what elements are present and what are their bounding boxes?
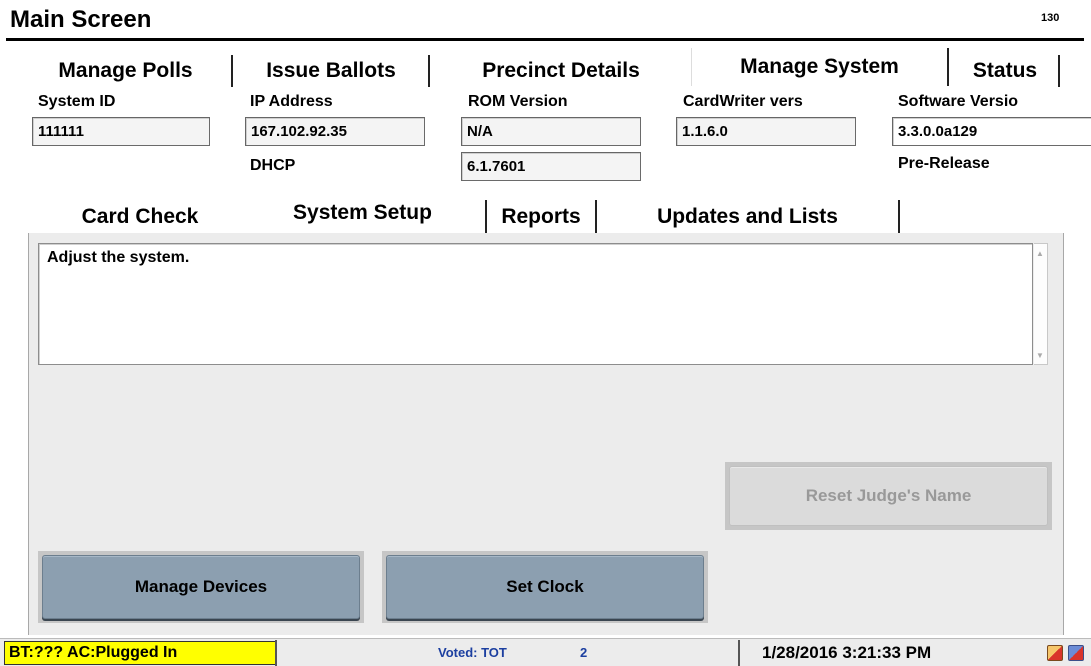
reset-judge-name-button[interactable]: Reset Judge's Name <box>729 466 1048 526</box>
subtab-system-setup[interactable]: System Setup <box>240 193 485 233</box>
software-version-field: 3.3.0.0a129 <box>892 117 1091 146</box>
page-title: Main Screen <box>10 6 152 33</box>
tab-precinct-details[interactable]: Precinct Details <box>431 55 691 87</box>
voted-label: Voted: TOT <box>438 645 507 660</box>
tab-manage-system[interactable]: Manage System <box>691 48 949 86</box>
cardwriter-label: CardWriter vers <box>683 93 803 110</box>
status-datetime: 1/28/2016 3:21:33 PM <box>762 643 932 662</box>
subtab-reports[interactable]: Reports <box>485 200 597 233</box>
rom-build-field: 6.1.7601 <box>461 152 641 181</box>
tray-network-icon[interactable] <box>1047 645 1063 661</box>
voted-count: 2 <box>580 645 588 660</box>
manage-devices-button-frame: Manage Devices <box>38 551 364 623</box>
reset-judge-button-frame: Reset Judge's Name <box>725 462 1052 530</box>
ip-address-field: 167.102.92.35 <box>245 117 425 146</box>
subtab-card-check[interactable]: Card Check <box>40 200 240 233</box>
battery-status: BT:??? AC:Plugged In <box>4 641 277 665</box>
status-divider <box>275 640 277 666</box>
tray-alert-icon[interactable] <box>1068 645 1084 661</box>
rom-version-label: ROM Version <box>468 93 568 110</box>
description-textarea[interactable]: Adjust the system. <box>38 243 1033 365</box>
title-divider <box>6 38 1084 41</box>
system-id-field: 111111 <box>32 117 210 146</box>
dhcp-label: DHCP <box>250 157 296 174</box>
software-version-label: Software Versio <box>898 93 1019 110</box>
rom-version-field: N/A <box>461 117 641 146</box>
subtab-updates-and-lists[interactable]: Updates and Lists <box>597 200 900 233</box>
tab-issue-ballots[interactable]: Issue Ballots <box>234 55 430 87</box>
cardwriter-field: 1.1.6.0 <box>676 117 856 146</box>
set-clock-button[interactable]: Set Clock <box>386 555 704 619</box>
screen-counter: 130 <box>1041 12 1060 24</box>
set-clock-button-frame: Set Clock <box>382 551 708 623</box>
system-id-label: System ID <box>38 93 116 110</box>
ip-address-label: IP Address <box>250 93 333 110</box>
tab-status[interactable]: Status <box>952 55 1060 87</box>
manage-devices-button[interactable]: Manage Devices <box>42 555 360 619</box>
scroll-down-arrow-icon[interactable]: ▼ <box>1034 349 1046 361</box>
scroll-up-arrow-icon[interactable]: ▲ <box>1034 247 1046 259</box>
description-scrollbar[interactable]: ▲ ▼ <box>1034 243 1048 365</box>
status-divider <box>738 640 740 666</box>
tab-manage-polls[interactable]: Manage Polls <box>20 55 233 87</box>
pre-release-label: Pre-Release <box>898 155 990 172</box>
description-text: Adjust the system. <box>47 249 190 266</box>
